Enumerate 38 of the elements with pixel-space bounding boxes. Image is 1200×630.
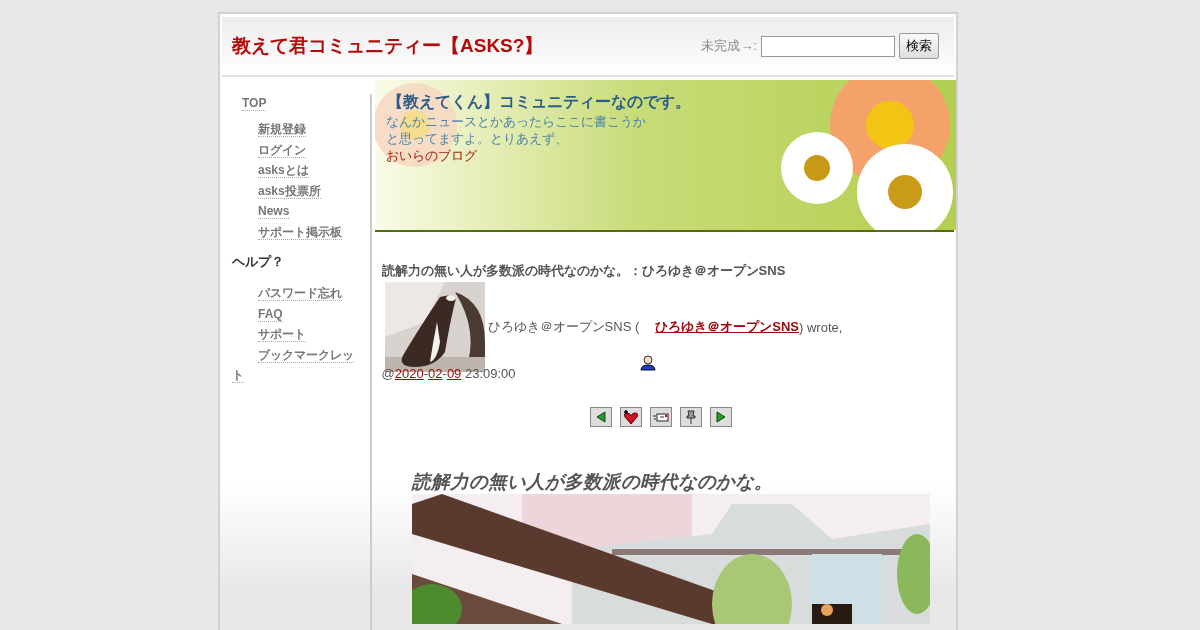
nav-link[interactable]: asks投票所: [258, 183, 321, 199]
heart-plus-icon: [622, 409, 639, 425]
search-field[interactable]: [761, 35, 895, 57]
site-title[interactable]: 教えて君コミュニティー【ASKS?】: [232, 33, 544, 59]
date-link[interactable]: 02: [428, 366, 443, 381]
nav-link[interactable]: TOP: [242, 96, 267, 111]
nav-link[interactable]: FAQ: [232, 303, 354, 324]
date-text: -: [442, 366, 447, 381]
next-button[interactable]: [709, 407, 732, 427]
search-button[interactable]: 検索: [899, 33, 939, 59]
date-text: -: [423, 366, 429, 381]
pin-button[interactable]: [679, 407, 702, 427]
banner-title: 【教えてくん】コミュニティーなのです。: [386, 92, 687, 113]
nav-link[interactable]: ブックマークレット: [232, 344, 354, 386]
nav-link[interactable]: News: [258, 204, 290, 219]
date-link[interactable]: 09: [446, 366, 462, 381]
nav-link[interactable]: 新規登録: [258, 122, 306, 137]
date-text: 23:09:00: [463, 366, 516, 381]
author-link[interactable]: ひろゆき＠オープンSNS: [655, 318, 799, 336]
nav-link[interactable]: asksとは: [258, 163, 309, 178]
help-heading: ヘルプ？: [232, 253, 285, 271]
at-sign: @: [381, 366, 395, 381]
nav-link[interactable]: サポート: [232, 324, 354, 345]
wrote-text: ) wrote,: [799, 319, 843, 335]
nav-link[interactable]: パスワード忘れ: [232, 283, 354, 304]
nav-link[interactable]: ログイン: [258, 142, 306, 158]
post-title: 読解力の無い人が多数派の時代なのかな。: [411, 470, 774, 494]
post-heading: 読解力の無い人が多数派の時代なのかな。：ひろゆき＠オープンSNS: [381, 262, 787, 280]
prev-button[interactable]: [589, 407, 612, 427]
search-label: 未完成→:: [701, 37, 757, 55]
favorite-button[interactable]: [619, 407, 642, 427]
message-button[interactable]: [649, 407, 672, 427]
author-text: ひろゆき＠オープンSNS (: [487, 318, 640, 336]
blog-link[interactable]: おいらのブログ: [385, 148, 477, 163]
nav-link[interactable]: サポート掲示板: [258, 224, 342, 240]
date-link[interactable]: 2020: [394, 366, 424, 381]
banner-text: なんかニュースとかあったらここに書こうかと思ってますよ。とりあえず、 おいらのブログ: [385, 113, 647, 164]
user-icon: [639, 355, 656, 371]
